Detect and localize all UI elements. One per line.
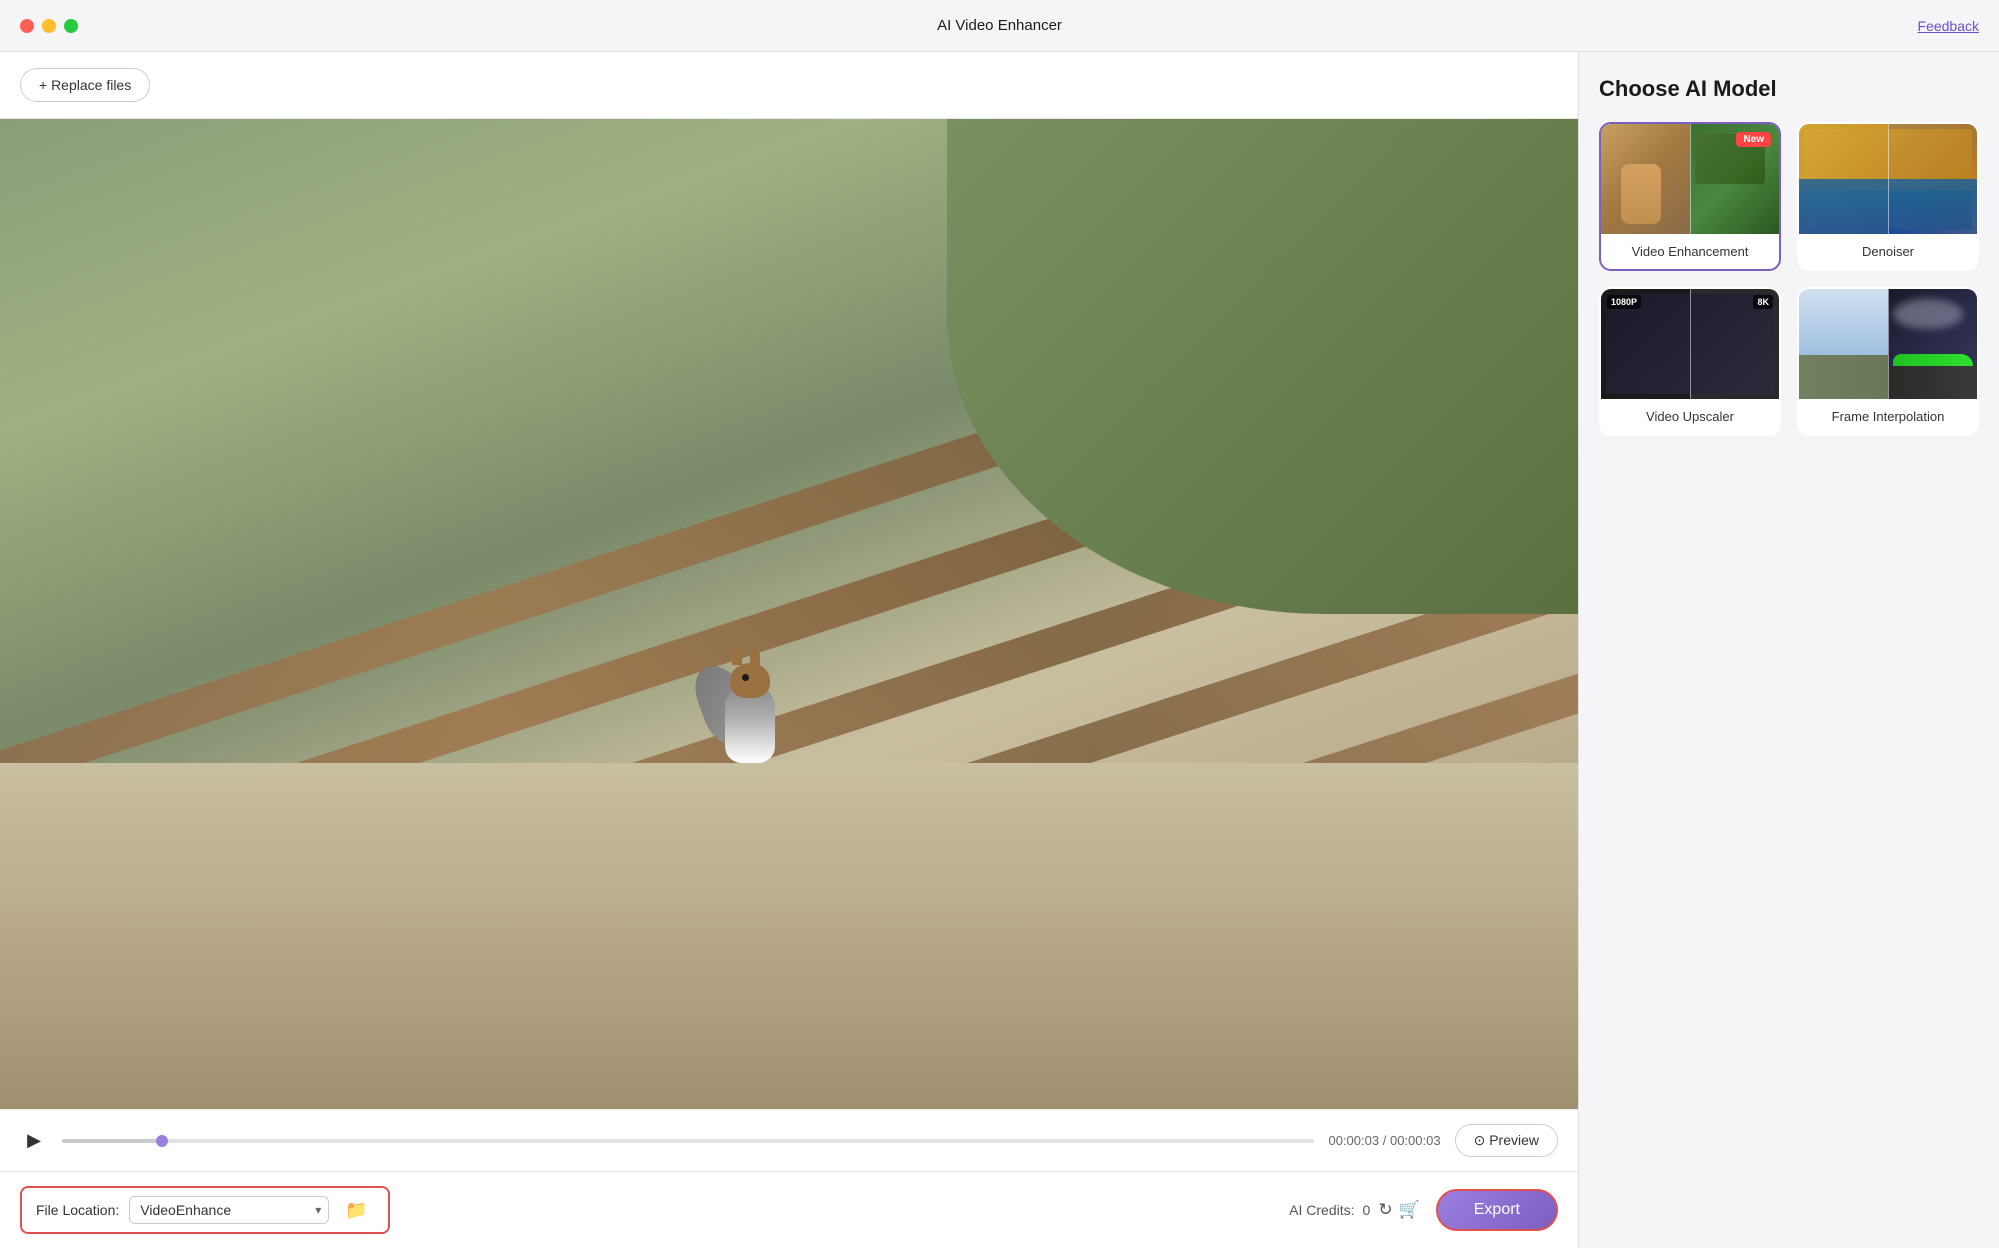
- file-location-select[interactable]: VideoEnhance Desktop Documents: [129, 1196, 329, 1224]
- badge-8k: 8K: [1753, 295, 1773, 309]
- model-name-frame-interpolation: Frame Interpolation: [1799, 399, 1977, 434]
- credits-icons: ↻ 🛒: [1378, 1200, 1419, 1220]
- thumb-divider-frame: [1888, 289, 1889, 399]
- progress-fill: [62, 1139, 162, 1143]
- current-time: 00:00:03: [1328, 1133, 1379, 1148]
- video-container: [0, 119, 1578, 1109]
- thumb-frame-right: [1888, 289, 1977, 399]
- right-panel: Choose AI Model New: [1579, 52, 1999, 1248]
- ground: [0, 763, 1578, 1110]
- folder-button[interactable]: 📁: [339, 1198, 373, 1223]
- model-card-video-enhancement[interactable]: New Video Enhancement: [1599, 122, 1781, 271]
- progress-bar[interactable]: [62, 1139, 1314, 1143]
- models-grid: New Video Enhancement: [1599, 122, 1979, 436]
- close-button[interactable]: [20, 19, 34, 33]
- ai-credits-value: 0: [1363, 1202, 1371, 1218]
- panel-title: Choose AI Model: [1599, 76, 1979, 102]
- thumb-divider-upscaler: [1690, 289, 1691, 399]
- folder-icon: 📁: [345, 1200, 367, 1220]
- replace-files-button[interactable]: + Replace files: [20, 68, 150, 102]
- title-bar: AI Video Enhancer Feedback: [0, 0, 1999, 52]
- play-button[interactable]: ▶: [20, 1127, 48, 1155]
- bottom-bar: File Location: VideoEnhance Desktop Docu…: [0, 1171, 1578, 1248]
- thumb-frame-left: [1799, 289, 1888, 399]
- video-scene: [0, 119, 1578, 1109]
- video-controls: ▶ 00:00:03 / 00:00:03 ⊙ Preview: [0, 1109, 1578, 1171]
- model-thumb-frame-interpolation: [1799, 289, 1977, 399]
- feedback-link[interactable]: Feedback: [1918, 18, 1979, 34]
- road: [1888, 366, 1977, 399]
- toolbar: + Replace files: [0, 52, 1578, 119]
- squirrel-head: [730, 663, 770, 698]
- hand-shape: [1621, 164, 1661, 224]
- minimize-button[interactable]: [42, 19, 56, 33]
- export-button[interactable]: Export: [1436, 1189, 1558, 1231]
- time-display: 00:00:03 / 00:00:03: [1328, 1133, 1440, 1148]
- main-content: + Replace files: [0, 52, 1999, 1248]
- ai-credits-label: AI Credits:: [1289, 1202, 1354, 1218]
- model-card-frame-interpolation[interactable]: Frame Interpolation: [1797, 287, 1979, 436]
- file-location-section: File Location: VideoEnhance Desktop Docu…: [20, 1186, 390, 1234]
- ai-credits: AI Credits: 0 ↻ 🛒: [1289, 1200, 1420, 1220]
- model-name-video-upscaler: Video Upscaler: [1601, 399, 1779, 434]
- new-badge: New: [1736, 132, 1771, 147]
- model-thumb-video-upscaler: ↗ ↖ ↘ ↙ 1080P 8K: [1601, 289, 1779, 399]
- squirrel-ear-right: [750, 649, 760, 665]
- badge-1080p: 1080P: [1607, 295, 1641, 309]
- model-card-denoiser[interactable]: Denoiser: [1797, 122, 1979, 271]
- thumb-divider-denoiser: [1888, 124, 1889, 234]
- model-thumb-denoiser: [1799, 124, 1977, 234]
- file-location-label: File Location:: [36, 1202, 119, 1218]
- total-time: 00:00:03: [1390, 1133, 1441, 1148]
- file-location-select-wrapper: VideoEnhance Desktop Documents ▾: [129, 1196, 329, 1224]
- preview-button[interactable]: ⊙ Preview: [1455, 1124, 1558, 1157]
- thumb-enhancement-left: [1601, 124, 1690, 234]
- cart-button[interactable]: 🛒: [1399, 1200, 1420, 1220]
- squirrel-eye: [742, 674, 749, 681]
- squirrel-ear-left: [732, 649, 742, 665]
- model-name-denoiser: Denoiser: [1799, 234, 1977, 269]
- squirrel: [710, 643, 790, 763]
- app-title: AI Video Enhancer: [937, 17, 1062, 34]
- model-name-video-enhancement: Video Enhancement: [1601, 234, 1779, 269]
- play-icon: ▶: [27, 1130, 41, 1151]
- thumb-denoiser-right: [1888, 124, 1977, 234]
- credits-export-section: AI Credits: 0 ↻ 🛒 Export: [1289, 1189, 1558, 1231]
- left-panel: + Replace files: [0, 52, 1579, 1248]
- progress-thumb[interactable]: [156, 1135, 168, 1147]
- refresh-icon: ↻: [1378, 1200, 1392, 1220]
- cart-icon: 🛒: [1399, 1200, 1420, 1220]
- model-thumb-video-enhancement: New: [1601, 124, 1779, 234]
- refresh-credits-button[interactable]: ↻: [1378, 1200, 1392, 1220]
- smoke-effect: [1893, 299, 1963, 329]
- maximize-button[interactable]: [64, 19, 78, 33]
- window-controls: [20, 19, 78, 33]
- model-card-video-upscaler[interactable]: ↗ ↖ ↘ ↙ 1080P 8K Video Upscaler: [1599, 287, 1781, 436]
- thumb-divider-enhancement: [1690, 124, 1691, 234]
- time-separator: /: [1383, 1133, 1387, 1148]
